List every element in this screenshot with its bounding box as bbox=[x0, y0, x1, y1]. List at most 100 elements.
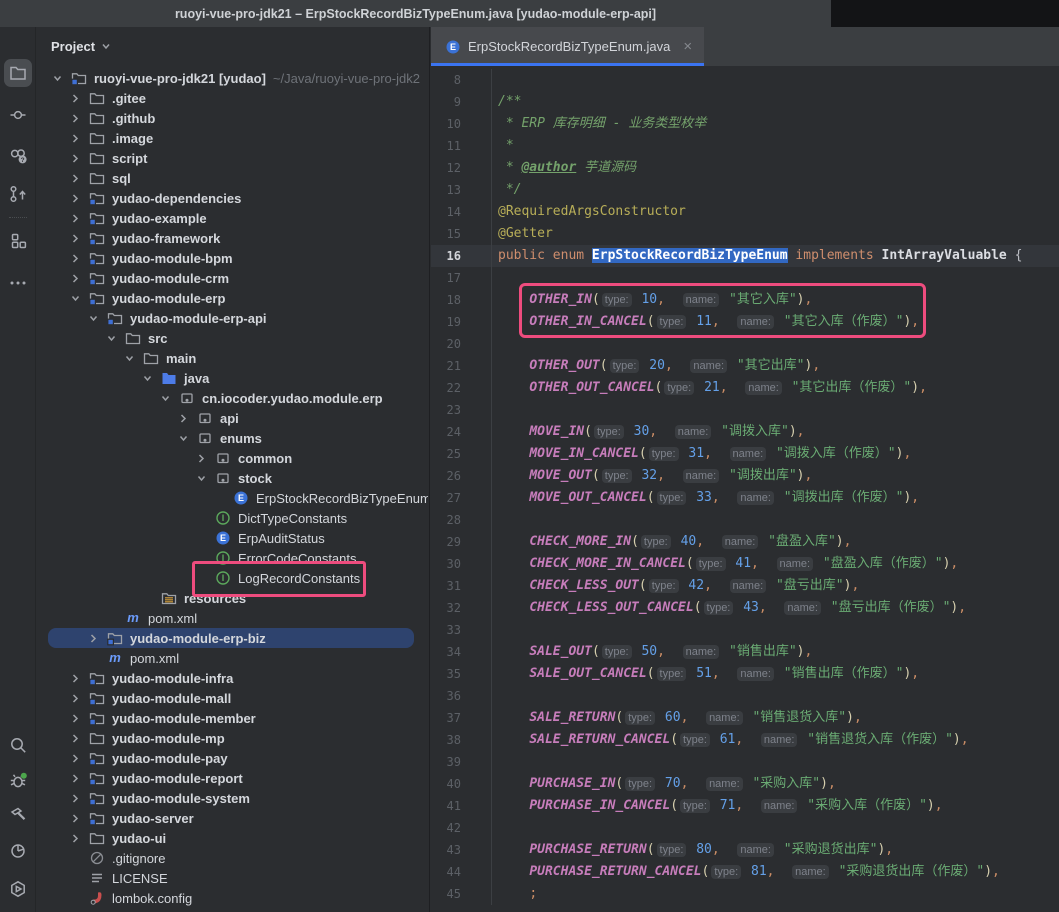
chevron-expanded-icon[interactable] bbox=[62, 290, 88, 306]
tree-item-stock[interactable]: stock bbox=[36, 468, 428, 488]
line-number-28[interactable]: 28 bbox=[431, 509, 492, 531]
line-number-24[interactable]: 24 bbox=[431, 421, 492, 443]
close-icon[interactable]: × bbox=[683, 39, 692, 54]
line-number-18[interactable]: 18 bbox=[431, 289, 492, 311]
line-number-38[interactable]: 38 bbox=[431, 729, 492, 751]
commit-icon[interactable] bbox=[4, 101, 32, 129]
line-number-29[interactable]: 29 bbox=[431, 531, 492, 553]
tree-item-api[interactable]: api bbox=[36, 408, 428, 428]
line-number-45[interactable]: 45 bbox=[431, 883, 492, 905]
line-number-34[interactable]: 34 bbox=[431, 641, 492, 663]
tree-item-lombok.config[interactable]: lombok.config bbox=[36, 888, 428, 908]
tree-item-yudao-module-erp-api[interactable]: yudao-module-erp-api bbox=[36, 308, 428, 328]
line-number-42[interactable]: 42 bbox=[431, 817, 492, 839]
chevron-collapsed-icon[interactable] bbox=[62, 790, 88, 806]
tree-item-ErpStockRecordBizTypeEnum[interactable]: EErpStockRecordBizTypeEnum bbox=[36, 488, 428, 508]
chevron-collapsed-icon[interactable] bbox=[62, 250, 88, 266]
line-number-21[interactable]: 21 bbox=[431, 355, 492, 377]
tree-item-yudao-framework[interactable]: yudao-framework bbox=[36, 228, 428, 248]
chevron-collapsed-icon[interactable] bbox=[62, 190, 88, 206]
chevron-collapsed-icon[interactable] bbox=[62, 810, 88, 826]
chevron-collapsed-icon[interactable] bbox=[62, 110, 88, 126]
chevron-collapsed-icon[interactable] bbox=[62, 750, 88, 766]
chevron-expanded-icon[interactable] bbox=[152, 390, 178, 406]
tree-item-yudao-module-bpm[interactable]: yudao-module-bpm bbox=[36, 248, 428, 268]
tree-item-yudao-module-infra[interactable]: yudao-module-infra bbox=[36, 668, 428, 688]
line-number-23[interactable]: 23 bbox=[431, 399, 492, 421]
tree-item-.gitee[interactable]: .gitee bbox=[36, 88, 428, 108]
chevron-expanded-icon[interactable] bbox=[188, 470, 214, 486]
tree-item-yudao-example[interactable]: yudao-example bbox=[36, 208, 428, 228]
code-editor[interactable]: 89/**10 * ERP 库存明细 - 业务类型枚举11 *12 * @aut… bbox=[431, 66, 1059, 912]
chevron-collapsed-icon[interactable] bbox=[80, 630, 106, 646]
line-number-37[interactable]: 37 bbox=[431, 707, 492, 729]
profiler-icon[interactable] bbox=[4, 837, 32, 865]
tree-item-DictTypeConstants[interactable]: IDictTypeConstants bbox=[36, 508, 428, 528]
editor-tab[interactable]: E ErpStockRecordBizTypeEnum.java × bbox=[431, 27, 704, 66]
tree-item-java[interactable]: java bbox=[36, 368, 428, 388]
tree-item-pom.xml[interactable]: mpom.xml bbox=[36, 648, 428, 668]
line-number-10[interactable]: 10 bbox=[431, 113, 492, 135]
tree-item-yudao-module-mall[interactable]: yudao-module-mall bbox=[36, 688, 428, 708]
line-number-14[interactable]: 14 bbox=[431, 201, 492, 223]
tree-item-.gitignore[interactable]: .gitignore bbox=[36, 848, 428, 868]
more-icon[interactable] bbox=[4, 269, 32, 297]
line-number-33[interactable]: 33 bbox=[431, 619, 492, 641]
chevron-collapsed-icon[interactable] bbox=[62, 730, 88, 746]
line-number-36[interactable]: 36 bbox=[431, 685, 492, 707]
tree-item-main[interactable]: main bbox=[36, 348, 428, 368]
line-number-43[interactable]: 43 bbox=[431, 839, 492, 861]
tree-item-.github[interactable]: .github bbox=[36, 108, 428, 128]
copilot-icon[interactable]: ? bbox=[4, 141, 32, 169]
services-icon[interactable] bbox=[4, 875, 32, 903]
project-panel-header[interactable]: Project bbox=[36, 27, 429, 65]
line-number-8[interactable]: 8 bbox=[431, 69, 492, 91]
line-number-19[interactable]: 19 bbox=[431, 311, 492, 333]
chevron-expanded-icon[interactable] bbox=[98, 330, 124, 346]
tree-item-yudao-module-member[interactable]: yudao-module-member bbox=[36, 708, 428, 728]
tree-item-yudao-module-report[interactable]: yudao-module-report bbox=[36, 768, 428, 788]
chevron-collapsed-icon[interactable] bbox=[62, 270, 88, 286]
structure-icon[interactable] bbox=[4, 227, 32, 255]
chevron-collapsed-icon[interactable] bbox=[170, 410, 196, 426]
line-number-44[interactable]: 44 bbox=[431, 861, 492, 883]
chevron-collapsed-icon[interactable] bbox=[62, 130, 88, 146]
tree-item-yudao-module-mp[interactable]: yudao-module-mp bbox=[36, 728, 428, 748]
chevron-expanded-icon[interactable] bbox=[170, 430, 196, 446]
chevron-collapsed-icon[interactable] bbox=[62, 710, 88, 726]
line-number-30[interactable]: 30 bbox=[431, 553, 492, 575]
debug-icon[interactable] bbox=[4, 766, 32, 794]
tree-item-yudao-module-system[interactable]: yudao-module-system bbox=[36, 788, 428, 808]
line-number-41[interactable]: 41 bbox=[431, 795, 492, 817]
tree-item-ErrorCodeConstants[interactable]: IErrorCodeConstants bbox=[36, 548, 428, 568]
line-number-9[interactable]: 9 bbox=[431, 91, 492, 113]
line-number-16[interactable]: 16 bbox=[431, 245, 492, 267]
git-icon[interactable] bbox=[4, 180, 32, 208]
chevron-collapsed-icon[interactable] bbox=[62, 90, 88, 106]
chevron-collapsed-icon[interactable] bbox=[62, 210, 88, 226]
tree-item-pom.xml[interactable]: mpom.xml bbox=[36, 608, 428, 628]
line-number-22[interactable]: 22 bbox=[431, 377, 492, 399]
line-number-35[interactable]: 35 bbox=[431, 663, 492, 685]
line-number-12[interactable]: 12 bbox=[431, 157, 492, 179]
build-icon[interactable] bbox=[4, 801, 32, 829]
line-number-13[interactable]: 13 bbox=[431, 179, 492, 201]
chevron-collapsed-icon[interactable] bbox=[62, 230, 88, 246]
chevron-expanded-icon[interactable] bbox=[80, 310, 106, 326]
line-number-39[interactable]: 39 bbox=[431, 751, 492, 773]
line-number-26[interactable]: 26 bbox=[431, 465, 492, 487]
line-number-11[interactable]: 11 bbox=[431, 135, 492, 157]
search-icon[interactable] bbox=[4, 731, 32, 759]
line-number-31[interactable]: 31 bbox=[431, 575, 492, 597]
chevron-collapsed-icon[interactable] bbox=[188, 450, 214, 466]
line-number-25[interactable]: 25 bbox=[431, 443, 492, 465]
tree-item-yudao-module-erp-biz[interactable]: yudao-module-erp-biz bbox=[36, 628, 428, 648]
line-number-32[interactable]: 32 bbox=[431, 597, 492, 619]
tree-item-yudao-module-erp[interactable]: yudao-module-erp bbox=[36, 288, 428, 308]
tree-item-.image[interactable]: .image bbox=[36, 128, 428, 148]
tree-item-yudao-ui[interactable]: yudao-ui bbox=[36, 828, 428, 848]
tree-item-resources[interactable]: resources bbox=[36, 588, 428, 608]
chevron-collapsed-icon[interactable] bbox=[62, 770, 88, 786]
line-number-40[interactable]: 40 bbox=[431, 773, 492, 795]
chevron-expanded-icon[interactable] bbox=[134, 370, 160, 386]
